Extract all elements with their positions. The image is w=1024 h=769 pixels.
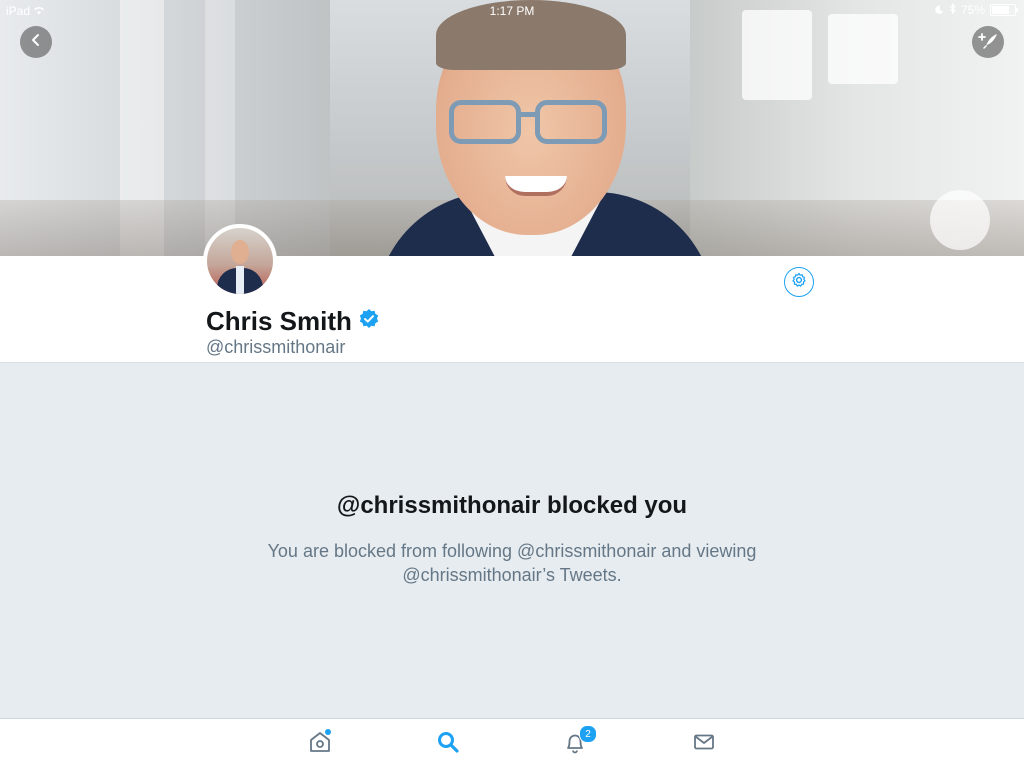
- compose-tweet-button[interactable]: [972, 26, 1004, 58]
- banner-light: [930, 190, 990, 250]
- moon-icon: [935, 3, 944, 17]
- chevron-left-icon: [29, 33, 43, 52]
- blocked-title: @chrissmithonair blocked you: [336, 492, 688, 519]
- battery-icon: [990, 4, 1018, 16]
- verified-badge-icon: [358, 308, 380, 335]
- battery-fill: [992, 6, 1009, 14]
- status-time: 1:17 PM: [489, 4, 535, 18]
- banner-light: [828, 14, 898, 84]
- tab-search[interactable]: [435, 731, 461, 757]
- profile-settings-button[interactable]: [784, 267, 814, 297]
- gear-icon: [791, 272, 807, 293]
- status-bar: iPad 1:17 PM 75%: [0, 0, 1024, 22]
- banner-person-glasses: [449, 100, 521, 144]
- bluetooth-icon: [949, 2, 956, 17]
- home-new-dot: [325, 729, 331, 735]
- mail-icon: [692, 730, 716, 759]
- blocked-description: You are blocked from following @chrissmi…: [267, 541, 757, 585]
- tab-home[interactable]: [307, 729, 333, 757]
- avatar[interactable]: [203, 224, 277, 298]
- tab-notifications[interactable]: 2: [562, 725, 597, 757]
- profile-handle: @chrissmithonair: [206, 337, 346, 357]
- back-button[interactable]: [20, 26, 52, 58]
- compose-tweet-icon: [977, 31, 999, 54]
- search-icon: [436, 730, 460, 759]
- tab-messages[interactable]: [691, 731, 717, 757]
- battery-percent: 75%: [960, 3, 985, 17]
- tab-bar: 2: [0, 718, 1024, 769]
- banner-light: [742, 10, 812, 100]
- banner-person-glasses-bridge: [519, 112, 537, 117]
- profile-name: Chris Smith: [206, 306, 352, 336]
- banner-person-glasses: [535, 100, 607, 144]
- profile-info-panel: [0, 256, 1024, 363]
- avatar-shirt: [236, 266, 244, 294]
- avatar-head: [231, 240, 249, 264]
- profile-banner: [0, 0, 1024, 256]
- status-right: 75%: [935, 2, 1018, 17]
- profile-name-row: Chris Smith: [206, 306, 380, 337]
- notification-count-badge: 2: [579, 725, 597, 743]
